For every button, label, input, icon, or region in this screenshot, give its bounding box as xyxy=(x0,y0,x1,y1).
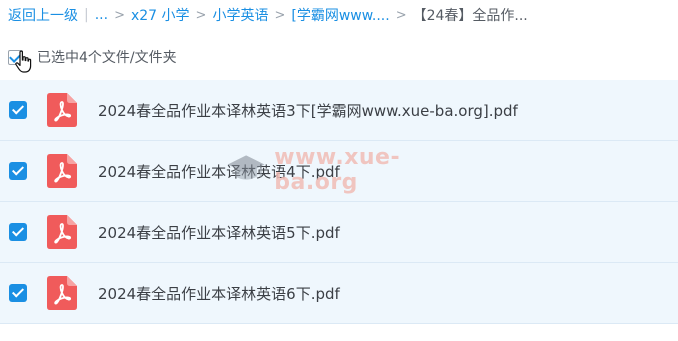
file-list: 2024春全品作业本译林英语3下[学霸网www.xue-ba.org].pdf … xyxy=(0,80,678,324)
chevron-right-icon: > xyxy=(195,7,207,23)
selection-count-label: 已选中4个文件/文件夹 xyxy=(37,50,177,66)
file-row[interactable]: 2024春全品作业本译林英语6下.pdf xyxy=(0,263,678,324)
hand-cursor-icon xyxy=(15,50,32,73)
file-name[interactable]: 2024春全品作业本译林英语4下.pdf xyxy=(98,161,340,182)
file-row[interactable]: 2024春全品作业本译林英语5下.pdf xyxy=(0,202,678,263)
pdf-file-icon xyxy=(47,215,77,249)
back-link[interactable]: 返回上一级 xyxy=(8,5,78,25)
breadcrumb-item-english[interactable]: 小学英语 xyxy=(212,5,268,25)
file-row[interactable]: 2024春全品作业本译林英语3下[学霸网www.xue-ba.org].pdf xyxy=(0,80,678,141)
row-checkbox[interactable] xyxy=(9,223,27,241)
file-name[interactable]: 2024春全品作业本译林英语3下[学霸网www.xue-ba.org].pdf xyxy=(98,100,518,121)
file-row[interactable]: 2024春全品作业本译林英语4下.pdf xyxy=(0,141,678,202)
pdf-file-icon xyxy=(47,276,77,310)
pdf-file-icon xyxy=(47,93,77,127)
breadcrumb-item-xueba[interactable]: [学霸网www.... xyxy=(291,5,389,25)
chevron-right-icon: > xyxy=(114,7,125,23)
breadcrumb-ellipsis[interactable]: ... xyxy=(95,7,108,23)
file-name[interactable]: 2024春全品作业本译林英语6下.pdf xyxy=(98,283,340,304)
row-checkbox[interactable] xyxy=(9,284,27,302)
chevron-right-icon: > xyxy=(274,7,286,23)
row-checkbox[interactable] xyxy=(9,162,27,180)
breadcrumb-current: 【24春】全品作... xyxy=(412,8,528,24)
chevron-right-icon: > xyxy=(395,7,407,23)
breadcrumb: 返回上一级 | ... > x27 小学 > 小学英语 > [学霸网www...… xyxy=(8,4,528,26)
breadcrumb-divider: | xyxy=(84,7,89,23)
pdf-file-icon xyxy=(47,154,77,188)
file-name[interactable]: 2024春全品作业本译林英语5下.pdf xyxy=(98,222,340,243)
breadcrumb-item-x27[interactable]: x27 小学 xyxy=(131,5,190,25)
row-checkbox[interactable] xyxy=(9,101,27,119)
